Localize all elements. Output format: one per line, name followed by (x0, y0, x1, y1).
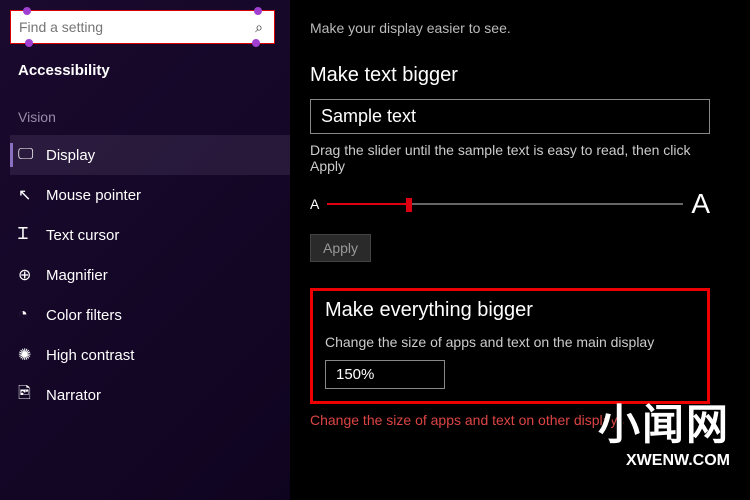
text-cursor-icon: Ꮖ (18, 226, 46, 244)
sidebar-item-narrator[interactable]: 🖻 Narrator (10, 375, 290, 415)
other-displays-link[interactable]: Change the size of apps and text on othe… (310, 412, 730, 428)
sidebar-item-display[interactable]: 🖵 Display (10, 135, 290, 175)
sidebar-item-label: Color filters (46, 307, 122, 324)
search-box[interactable]: ⌕ (10, 10, 275, 44)
text-size-slider-row: A A (310, 188, 710, 220)
sidebar-item-high-contrast[interactable]: ✺ High contrast (10, 335, 290, 375)
narrator-icon: 🖻 (18, 382, 46, 409)
sidebar: ⌕ Accessibility Vision 🖵 Display ↖ Mouse… (0, 0, 290, 500)
sample-text-preview: Sample text (310, 99, 710, 134)
sidebar-title: Accessibility (18, 62, 290, 79)
sidebar-item-label: Mouse pointer (46, 187, 141, 204)
color-filters-icon: ◔ (18, 306, 46, 324)
heading-make-everything-bigger: Make everything bigger (325, 299, 695, 322)
magnifier-icon: ⊕ (18, 265, 46, 285)
sidebar-item-label: Text cursor (46, 227, 119, 244)
search-input[interactable] (11, 19, 244, 35)
search-icon: ⌕ (244, 19, 274, 36)
display-icon: 🖵 (18, 146, 46, 164)
main-panel: Make your display easier to see. Make te… (290, 0, 750, 500)
slider-hint: Drag the slider until the sample text is… (310, 142, 710, 174)
large-a-label: A (691, 188, 710, 220)
high-contrast-icon: ✺ (18, 345, 46, 365)
sidebar-item-text-cursor[interactable]: Ꮖ Text cursor (10, 215, 290, 255)
sidebar-item-label: Magnifier (46, 267, 108, 284)
sidebar-item-magnifier[interactable]: ⊕ Magnifier (10, 255, 290, 295)
heading-make-text-bigger: Make text bigger (310, 64, 730, 87)
sidebar-item-label: Display (46, 147, 95, 164)
sidebar-item-mouse-pointer[interactable]: ↖ Mouse pointer (10, 175, 290, 215)
apply-button[interactable]: Apply (310, 234, 371, 262)
sidebar-item-label: High contrast (46, 347, 134, 364)
sidebar-item-color-filters[interactable]: ◔ Color filters (10, 295, 290, 335)
text-size-slider[interactable] (327, 203, 683, 205)
scale-dropdown[interactable]: 150% (325, 360, 445, 389)
small-a-label: A (310, 196, 319, 212)
highlight-box: Make everything bigger Change the size o… (310, 288, 710, 404)
mouse-pointer-icon: ↖ (18, 185, 46, 205)
group-vision: Vision (18, 109, 290, 125)
page-subtitle: Make your display easier to see. (310, 20, 730, 36)
sidebar-item-label: Narrator (46, 387, 101, 404)
scale-description: Change the size of apps and text on the … (325, 334, 695, 350)
slider-thumb[interactable] (406, 198, 412, 212)
